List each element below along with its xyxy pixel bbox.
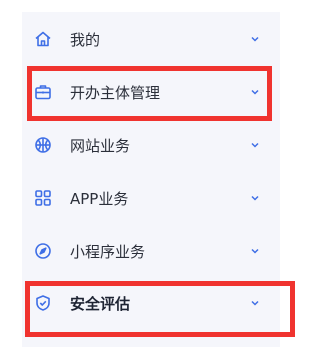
home-icon	[34, 30, 52, 48]
menu-item-website-business[interactable]: 网站业务	[22, 119, 280, 171]
chevron-down-icon	[250, 298, 260, 308]
menu-item-mine[interactable]: 我的	[22, 13, 280, 65]
chevron-down-icon	[250, 34, 260, 44]
menu-item-entity-management[interactable]: 开办主体管理	[22, 66, 280, 118]
menu-item-mini-program-business[interactable]: 小程序业务	[22, 225, 280, 277]
menu-item-label: 小程序业务	[70, 242, 146, 261]
menu-item-label: 开办主体管理	[70, 83, 161, 102]
basketball-icon	[34, 136, 52, 154]
menu-item-label: 网站业务	[70, 136, 131, 155]
briefcase-icon	[34, 83, 52, 101]
menu-item-label: 我的	[70, 30, 101, 49]
chevron-down-icon	[250, 193, 260, 203]
compass-icon	[34, 242, 52, 260]
shield-check-icon	[34, 294, 52, 312]
menu-item-label: APP业务	[70, 189, 129, 208]
grid-icon	[34, 189, 52, 207]
chevron-down-icon	[250, 140, 260, 150]
menu-item-security-assessment[interactable]: 安全评估	[22, 277, 280, 329]
chevron-down-icon	[250, 246, 260, 256]
menu-item-label: 安全评估	[70, 294, 131, 313]
chevron-down-icon	[250, 87, 260, 97]
menu-item-app-business[interactable]: APP业务	[22, 172, 280, 224]
